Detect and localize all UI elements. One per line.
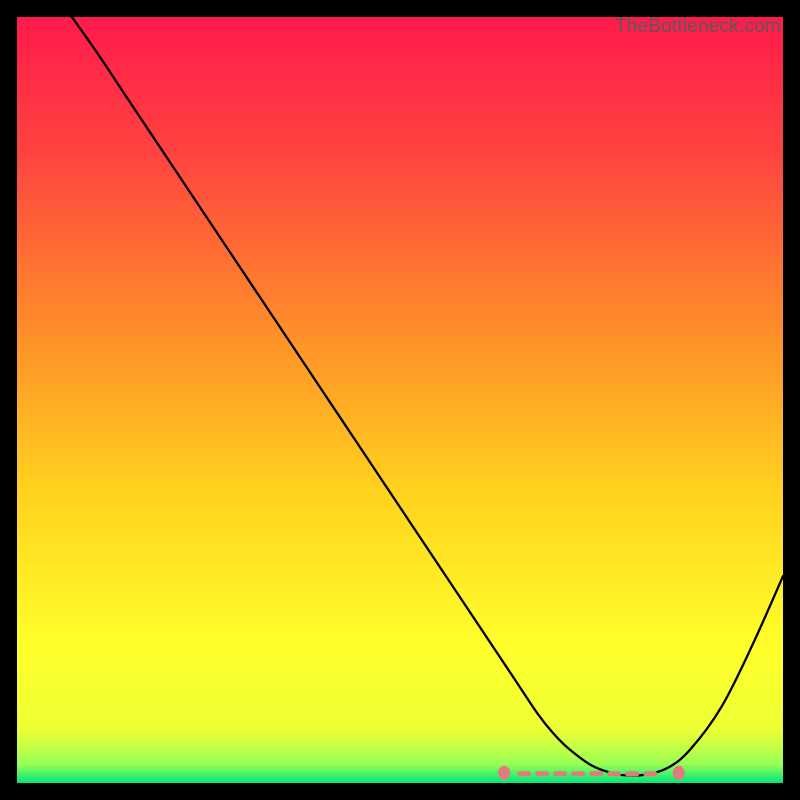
trough-dash [607, 771, 621, 776]
trough-dash [535, 771, 549, 776]
gradient-background [17, 17, 783, 783]
trough-end-marker [673, 766, 685, 780]
trough-dash [571, 771, 585, 776]
chart-frame: TheBottleneck.com [17, 17, 783, 783]
trough-dash [643, 771, 657, 776]
trough-dash [517, 771, 531, 776]
trough-dash [625, 771, 639, 776]
trough-end-marker [498, 766, 510, 780]
trough-dash [553, 771, 567, 776]
bottleneck-chart [17, 17, 783, 783]
trough-dash [589, 771, 603, 776]
watermark-text: TheBottleneck.com [615, 16, 781, 38]
